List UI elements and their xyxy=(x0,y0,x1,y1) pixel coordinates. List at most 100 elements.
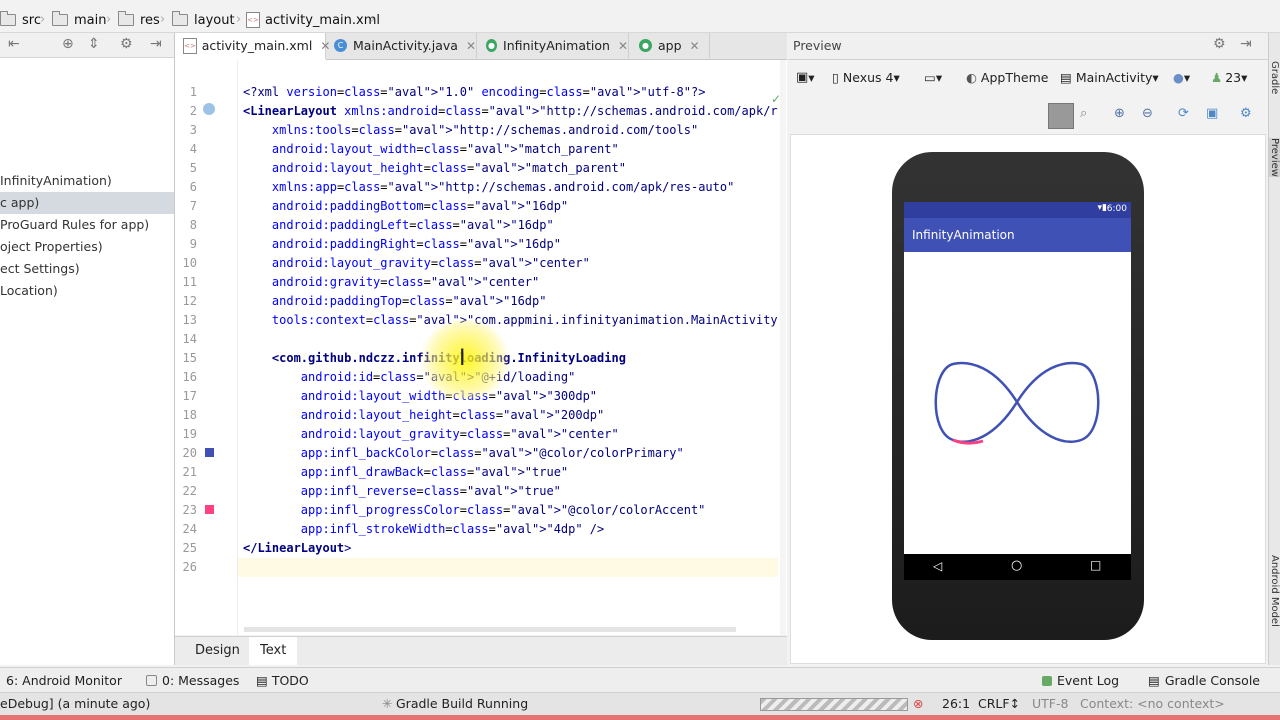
code-line[interactable]: app:infl_reverse=class="aval">"true" xyxy=(243,484,778,498)
refresh-icon[interactable]: ⟳ xyxy=(1178,106,1189,121)
breadcrumb-main[interactable]: main xyxy=(52,11,106,29)
line-separator[interactable]: CRLF↕ xyxy=(978,696,1020,711)
collapse-all-icon[interactable]: ⇕ xyxy=(88,36,100,52)
code-line[interactable]: android:layout_gravity=class="aval">"cen… xyxy=(243,427,778,441)
code-line[interactable]: android:layout_width=class="aval">"match… xyxy=(243,142,778,156)
code-line[interactable]: android:paddingBottom=class="aval">"16dp… xyxy=(243,199,778,213)
tree-item-project-properties[interactable]: oject Properties) xyxy=(0,236,103,258)
tab-app[interactable]: ● app ✕ xyxy=(631,33,710,58)
target-icon[interactable]: ⊕ xyxy=(62,36,74,52)
android-monitor-button[interactable]: 6: Android Monitor xyxy=(6,673,122,688)
gradle-console-button[interactable]: ▤ Gradle Console xyxy=(1148,673,1260,688)
color-primary-swatch[interactable] xyxy=(205,448,214,457)
camera-icon[interactable]: ▣ xyxy=(1206,106,1218,121)
editor-tab-bar: <> activity_main.xml ✕ C MainActivity.jav… xyxy=(175,33,787,60)
context-info[interactable]: Context: <no context> xyxy=(1080,696,1225,711)
tree-item-proguard[interactable]: ProGuard Rules for app) xyxy=(0,214,149,236)
tab-design[interactable]: Design xyxy=(184,637,251,665)
locale-selector[interactable]: ● ▾ xyxy=(1173,70,1190,85)
breadcrumb-src[interactable]: src xyxy=(0,11,41,29)
tree-item-app[interactable]: c app) xyxy=(0,192,174,214)
code-line[interactable]: android:paddingLeft=class="aval">"16dp" xyxy=(243,218,778,232)
code-line[interactable]: app:infl_strokeWidth=class="aval">"4dp" … xyxy=(243,522,778,536)
xml-file-icon: <> xyxy=(246,12,260,28)
hide-icon[interactable]: ⇥ xyxy=(1240,36,1252,52)
code-line[interactable]: app:infl_progressColor=class="aval">"@co… xyxy=(243,503,778,517)
build-status[interactable]: Gradle Build Running xyxy=(396,696,528,711)
breadcrumb-layout[interactable]: layout xyxy=(172,11,235,29)
code-line[interactable]: xmlns:tools=class="aval">"http://schemas… xyxy=(243,123,778,137)
theme-selector[interactable]: ◐ AppTheme xyxy=(966,70,1048,85)
orientation-button[interactable]: ▭ ▾ xyxy=(924,70,942,85)
activity-icon: ▤ xyxy=(1060,70,1072,85)
code-line[interactable]: android:layout_gravity=class="aval">"cen… xyxy=(243,256,778,270)
messages-label: 0: Messages xyxy=(162,673,240,688)
class-icon: C xyxy=(334,39,347,52)
zoom-to-fit-button[interactable] xyxy=(1048,103,1074,129)
tab-main-activity[interactable]: C MainActivity.java ✕ xyxy=(326,33,477,58)
code-line[interactable]: android:paddingRight=class="aval">"16dp" xyxy=(243,237,778,251)
recents-icon[interactable]: □ xyxy=(1090,558,1101,572)
zoom-in-icon[interactable]: ⊕ xyxy=(1114,106,1125,121)
code-line[interactable]: android:layout_height=class="aval">"200d… xyxy=(243,408,778,422)
preview-tool-button[interactable]: Preview xyxy=(1269,138,1280,177)
file-encoding[interactable]: UTF-8 xyxy=(1032,696,1068,711)
editor-scrollbar[interactable] xyxy=(780,60,786,635)
breadcrumb-label: main xyxy=(74,12,107,28)
line-number: 15 xyxy=(182,351,197,365)
code-line[interactable]: android:paddingTop=class="aval">"16dp" xyxy=(243,294,778,308)
todo-button[interactable]: ▤ TODO xyxy=(256,673,309,688)
class-link-icon[interactable] xyxy=(203,103,215,115)
close-icon[interactable]: ✕ xyxy=(466,39,476,53)
device-selector[interactable]: ▯ Nexus 4 ▾ xyxy=(832,70,900,85)
back-icon[interactable]: ◁ xyxy=(933,559,942,573)
cancel-icon[interactable]: ⊗ xyxy=(913,696,923,711)
android-model-tool-button[interactable]: Android Model xyxy=(1269,555,1280,627)
tab-infinity-animation[interactable]: ● InfinityAnimation ✕ xyxy=(478,33,629,58)
gear-icon[interactable]: ⚙ xyxy=(1213,36,1226,52)
tree-item-settings[interactable]: ect Settings) xyxy=(0,258,80,280)
code-line[interactable]: </LinearLayout> xyxy=(243,541,778,555)
tree-item-location[interactable]: Location) xyxy=(0,280,58,302)
code-line[interactable]: android:gravity=class="aval">"center" xyxy=(243,275,778,289)
activity-selector[interactable]: ▤ MainActivity ▾ xyxy=(1060,70,1159,85)
hide-icon[interactable]: ⇥ xyxy=(150,36,162,52)
gear-icon[interactable]: ⚙ xyxy=(120,36,133,52)
zoom-out-icon[interactable]: ⊖ xyxy=(1142,106,1153,121)
gradle-tool-button[interactable]: Gradle xyxy=(1269,61,1280,94)
api-selector[interactable]: ♟ 23 ▾ xyxy=(1211,70,1247,85)
code-line[interactable]: <LinearLayout xmlns:android=class="aval"… xyxy=(243,104,778,118)
layout-variant-button[interactable]: ▣ ▾ xyxy=(796,70,815,85)
caret-position[interactable]: 26:1 xyxy=(942,696,970,711)
text-cursor-icon: I xyxy=(459,346,466,371)
settings-icon[interactable]: ⚙ xyxy=(1240,106,1252,121)
tab-text[interactable]: Text xyxy=(249,637,298,665)
code-line[interactable]: <?xml version=class="aval">"1.0" encodin… xyxy=(243,85,778,99)
code-line[interactable]: android:layout_height=class="aval">"matc… xyxy=(243,161,778,175)
actual-size-icon[interactable]: ⌕ xyxy=(1080,106,1087,121)
code-line[interactable]: android:layout_width=class="aval">"300dp… xyxy=(243,389,778,403)
messages-button[interactable]: 0: Messages xyxy=(146,673,239,688)
right-tool-strip: Gradle Preview Android Model xyxy=(1268,33,1280,665)
home-icon[interactable]: ○ xyxy=(1011,558,1022,573)
status-message[interactable]: eDebug] (a minute ago) xyxy=(0,696,150,711)
tab-activity-main[interactable]: <> activity_main.xml ✕ xyxy=(175,33,330,60)
color-accent-swatch[interactable] xyxy=(205,505,214,514)
code-line[interactable]: <com.github.ndczz.infinityloading.Infini… xyxy=(243,351,778,365)
code-line[interactable]: xmlns:app=class="aval">"http://schemas.a… xyxy=(243,180,778,194)
folder-icon xyxy=(52,11,68,26)
breadcrumb-separator: › xyxy=(236,12,242,27)
horizontal-scrollbar[interactable] xyxy=(244,627,736,632)
code-line[interactable]: app:infl_backColor=class="aval">"@color/… xyxy=(243,446,778,460)
event-log-button[interactable]: Event Log xyxy=(1042,673,1119,688)
collapse-icon[interactable]: ⇤ xyxy=(8,36,20,52)
close-icon[interactable]: ✕ xyxy=(690,39,700,53)
xml-file-icon: <> xyxy=(183,37,197,54)
code-line[interactable]: android:id=class="aval">"@+id/loading" xyxy=(243,370,778,384)
tree-item-infinityanimation[interactable]: InfinityAnimation) xyxy=(0,170,112,192)
breadcrumb-file[interactable]: <> activity_main.xml xyxy=(246,11,380,29)
code-line[interactable]: tools:context=class="aval">"com.appmini.… xyxy=(243,313,778,327)
breadcrumb-res[interactable]: res xyxy=(118,11,160,29)
close-icon[interactable]: ✕ xyxy=(618,39,628,53)
code-line[interactable]: app:infl_drawBack=class="aval">"true" xyxy=(243,465,778,479)
